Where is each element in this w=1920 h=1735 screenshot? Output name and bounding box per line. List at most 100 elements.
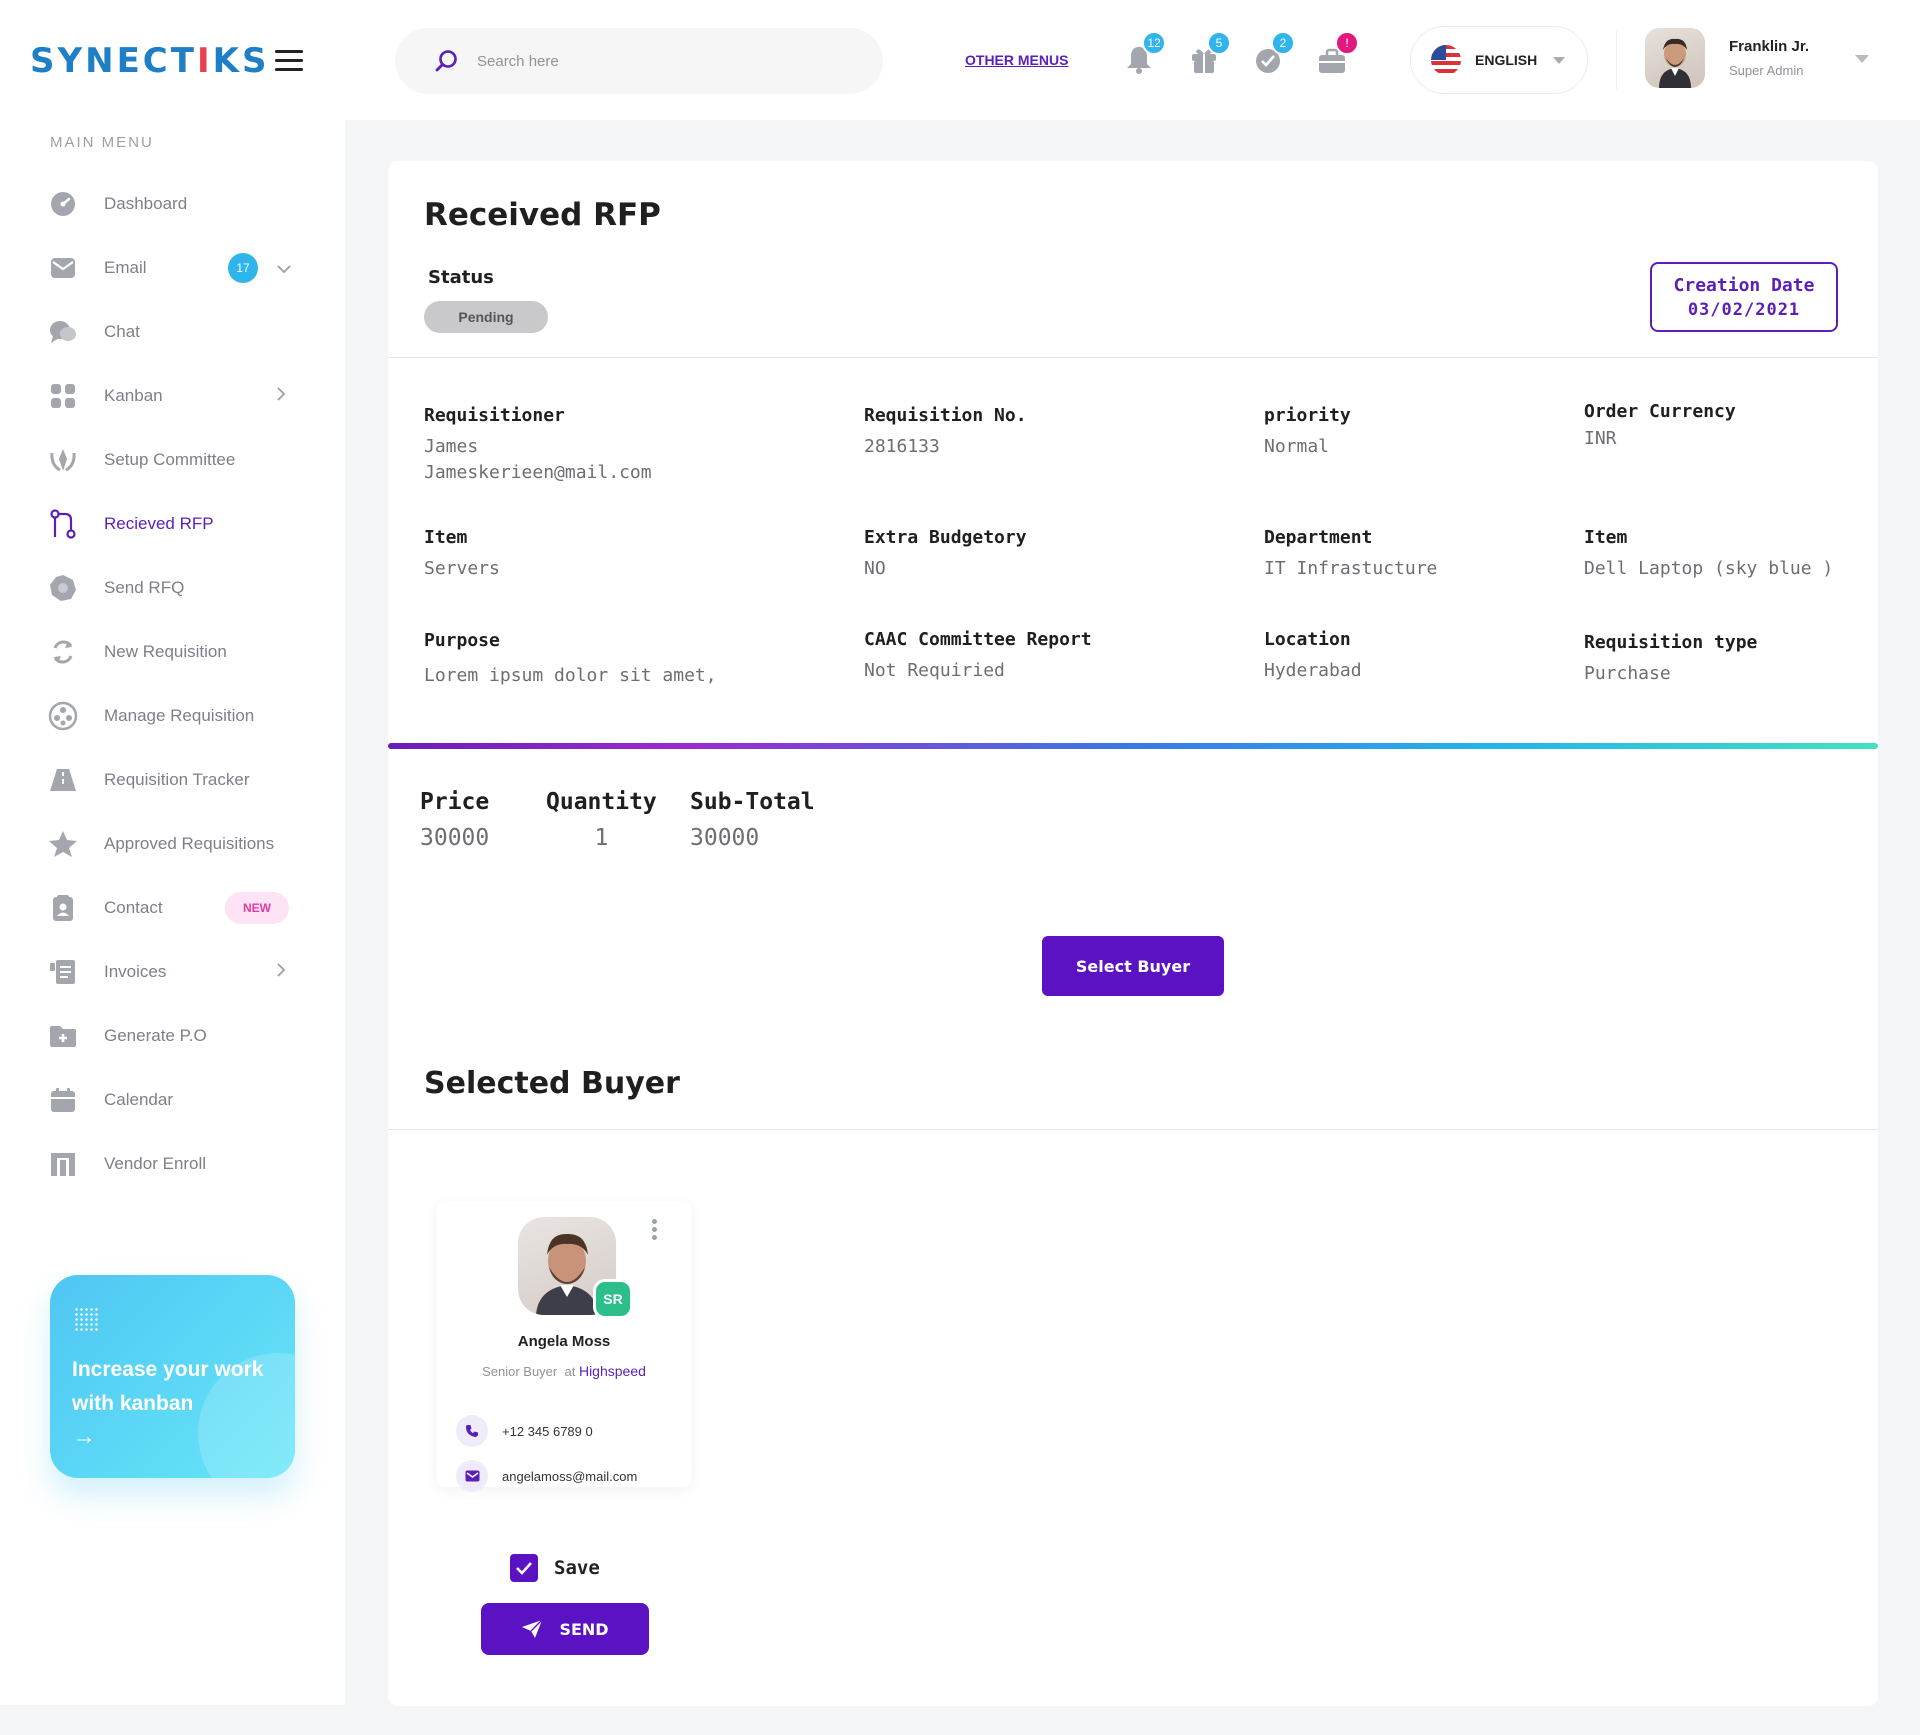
chevron-right-icon[interactable] (276, 386, 286, 407)
sidebar-item-calendar[interactable]: Calendar (0, 1068, 345, 1132)
sidebar-item-label: New Requisition (104, 642, 227, 661)
arrow-right-icon[interactable]: → (72, 1423, 96, 1451)
section-divider (388, 1129, 1878, 1130)
purpose-field: Purpose Lorem ipsum dolor sit amet, (424, 630, 717, 689)
star-icon (48, 829, 78, 859)
buyer-email-row[interactable]: angelamoss@mail.com (456, 1460, 637, 1492)
buyer-phone: +12 345 6789 0 (502, 1423, 593, 1439)
email-icon (48, 253, 78, 283)
contact-icon (48, 893, 78, 923)
sidebar-item-invoices[interactable]: Invoices (0, 940, 345, 1004)
field-value: NO (864, 558, 886, 579)
sidebar-item-generate-po[interactable]: Generate P.O (0, 1004, 345, 1068)
sidebar-item-label: Generate P.O (104, 1026, 207, 1045)
road-icon (48, 765, 78, 795)
sidebar-item-send-rfq[interactable]: Send RFQ (0, 556, 345, 620)
page-title: Received RFP (424, 197, 661, 233)
email-count-badge: 17 (228, 253, 258, 283)
buyer-role: Senior Buyer at Highspeed (482, 1363, 646, 1379)
sidebar-item-new-requisition[interactable]: New Requisition (0, 620, 345, 684)
search-bar[interactable] (395, 28, 883, 94)
committee-icon (48, 445, 78, 475)
creation-date-value: 03/02/2021 (1687, 300, 1801, 320)
quantity-value: 1 (594, 825, 609, 851)
field-label: CAAC Committee Report (864, 629, 1092, 650)
other-menus-link[interactable]: OTHER MENUS (965, 52, 1068, 68)
subtotal-block: Sub-Total 30000 (690, 789, 815, 851)
top-header: OTHER MENUS 12 5 2 ! ENGLISH Franklin Jr… (345, 0, 1920, 120)
buyer-card: SR Angela Moss Senior Buyer at Highspeed… (436, 1201, 692, 1492)
field-value: INR (1584, 428, 1617, 449)
field-value: Purchase (1584, 663, 1671, 684)
new-tag: NEW (225, 892, 289, 924)
manage-icon (48, 701, 78, 731)
sidebar-item-requisition-tracker[interactable]: Requisition Tracker (0, 748, 345, 812)
search-icon[interactable] (435, 49, 459, 73)
notifications-count-badge: 12 (1142, 31, 1166, 55)
kanban-promo-card[interactable]: Increase your work with kanban → (50, 1275, 295, 1478)
field-value: Normal (1264, 436, 1330, 457)
language-selector[interactable]: ENGLISH (1410, 26, 1588, 94)
send-button[interactable]: SEND (481, 1603, 649, 1655)
user-menu-caret-icon[interactable] (1855, 55, 1869, 63)
field-label: Requisition type (1584, 632, 1758, 653)
checkbox-checked-icon[interactable] (510, 1554, 538, 1582)
send-label: SEND (559, 1619, 609, 1639)
paper-plane-icon (522, 1619, 543, 1638)
sidebar-item-manage-requisition[interactable]: Manage Requisition (0, 684, 345, 748)
chevron-down-icon[interactable] (276, 258, 292, 279)
field-value: Servers (424, 558, 500, 579)
invoice-icon (48, 957, 78, 987)
user-role: Super Admin (1729, 63, 1804, 78)
sidebar-item-label: Chat (104, 322, 140, 341)
header-divider (1616, 30, 1617, 90)
sidebar-item-dashboard[interactable]: Dashboard (0, 172, 345, 236)
select-buyer-button[interactable]: Select Buyer (1042, 936, 1224, 996)
sidebar-item-email[interactable]: Email 17 (0, 236, 345, 300)
field-label: Item (1584, 527, 1628, 548)
requisitioner-email: Jameskerieen@mail.com (424, 462, 652, 483)
sidebar-item-label: Vendor Enroll (104, 1154, 207, 1173)
sidebar-item-setup-committee[interactable]: Setup Committee (0, 428, 345, 492)
sidebar-item-chat[interactable]: Chat (0, 300, 345, 364)
sidebar-item-approved-requisitions[interactable]: Approved Requisitions (0, 812, 345, 876)
user-avatar[interactable] (1645, 28, 1705, 88)
selected-buyer-title: Selected Buyer (424, 1066, 680, 1101)
notifications-bell-icon[interactable]: 12 (1122, 31, 1166, 74)
buyer-company-link[interactable]: Highspeed (579, 1363, 646, 1379)
more-options-icon[interactable] (652, 1219, 658, 1243)
user-profile[interactable]: Franklin Jr. Super Admin (1645, 28, 1809, 88)
save-checkbox[interactable]: Save (510, 1554, 600, 1582)
chevron-right-icon[interactable] (276, 962, 286, 983)
messages-icon[interactable]: 2 (1251, 31, 1295, 74)
received-rfp-card: Received RFP Status Pending Creation Dat… (388, 161, 1878, 1706)
alerts-badge: ! (1335, 31, 1359, 55)
field-value: Not Requiried (864, 660, 1005, 681)
synectiks-logo[interactable]: SYNECTIKS (30, 40, 269, 82)
refresh-icon (48, 637, 78, 667)
calendar-icon (48, 1085, 78, 1115)
kanban-icon (48, 381, 78, 411)
sidebar-item-label: Dashboard (104, 194, 188, 213)
quantity-label: Quantity (546, 789, 657, 815)
sidebar-item-contact[interactable]: Contact NEW (0, 876, 345, 940)
field-value: 2816133 (864, 436, 940, 457)
vendor-icon (48, 1149, 78, 1179)
briefcase-icon[interactable]: ! (1315, 31, 1359, 74)
sidebar-item-label: Calendar (104, 1090, 173, 1109)
sidebar-item-label: Requisition Tracker (104, 770, 250, 789)
mail-icon (456, 1460, 488, 1492)
sidebar-item-recieved-rfp[interactable]: Recieved RFP (0, 492, 345, 556)
search-input[interactable] (477, 52, 837, 70)
sidebar-item-kanban[interactable]: Kanban (0, 364, 345, 428)
buyer-phone-row[interactable]: +12 345 6789 0 (456, 1415, 593, 1447)
messages-count-badge: 2 (1271, 31, 1295, 55)
sidebar: SYNECTIKS MAIN MENU Dashboard Email 17 C… (0, 0, 345, 1705)
hamburger-menu-icon[interactable] (275, 50, 303, 72)
sidebar-item-vendor-enroll[interactable]: Vendor Enroll (0, 1132, 345, 1196)
requisition-type-field: Requisition type Purchase (1584, 632, 1757, 687)
status-label: Status (428, 267, 494, 288)
dots-pattern-icon (74, 1307, 98, 1331)
gift-icon[interactable]: 5 (1187, 31, 1231, 74)
requisitioner-name: James (424, 436, 479, 457)
